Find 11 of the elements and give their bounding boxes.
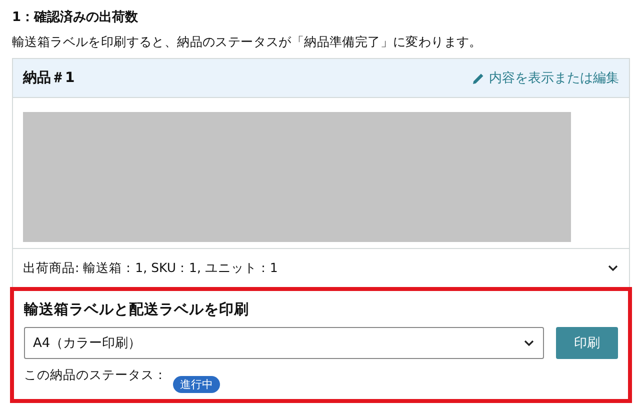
edit-link[interactable]: 内容を表示または編集 xyxy=(472,69,619,87)
shipment-title: 納品＃1 xyxy=(23,69,75,87)
pencil-icon xyxy=(472,72,485,84)
panel-title: 輸送箱ラベルと配送ラベルを印刷 xyxy=(24,300,250,320)
description-text: 輸送箱ラベルを印刷すると、納品のステータスが「納品準備完了」に変わります。 xyxy=(12,33,483,51)
section-title: 1：確認済みの出荷数 xyxy=(12,8,140,27)
status-label: この納品のステータス： xyxy=(24,367,167,384)
summary-toggle[interactable]: 出荷商品: 輸送箱：1, SKU：1, ユニット：1 xyxy=(13,249,629,287)
print-button[interactable]: 印刷 xyxy=(556,327,618,359)
paper-select[interactable]: A4（カラー印刷） xyxy=(24,327,544,359)
status-badge: 進行中 xyxy=(173,376,220,393)
